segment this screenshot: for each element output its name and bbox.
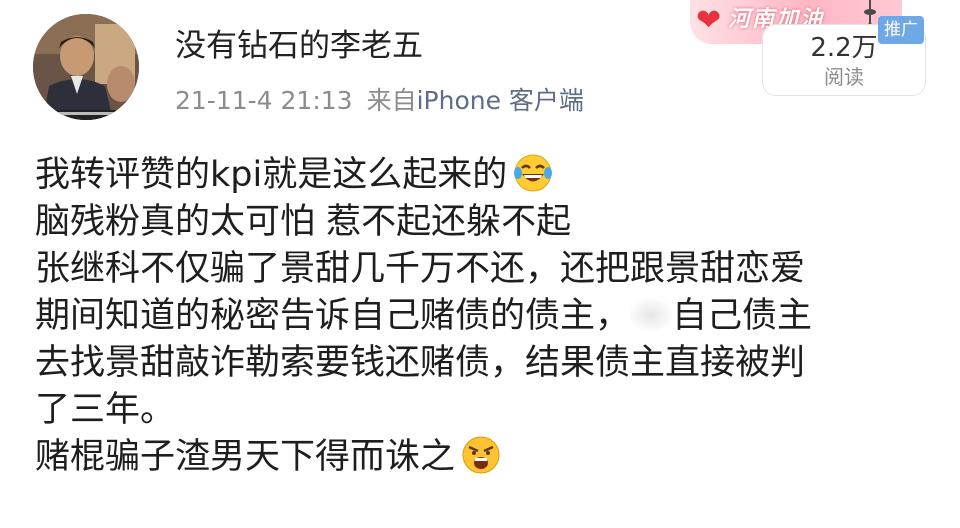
avatar[interactable]	[33, 14, 139, 120]
post-meta: 21-11-4 21:13 来自iPhone 客户端	[175, 84, 584, 118]
source-client-link[interactable]: iPhone 客户端	[417, 86, 584, 115]
weibo-post-card: 没有钻石的李老五 21-11-4 21:13 来自iPhone 客户端 ❤ 河南加…	[0, 0, 960, 528]
content-line-text: 赌棍骗子渣男天下得而诛之	[35, 437, 456, 477]
laughing-tears-emoji	[514, 154, 553, 192]
content-line-text: 去找景甜敲诈勒索要钱还赌债，结果债主直接被判	[35, 343, 806, 383]
content-line: 脑残粉真的太可怕 惹不起还躲不起	[35, 199, 935, 246]
content-line-text: 张继科不仅骗了景甜几千万不还，还把跟景甜恋爱	[35, 249, 806, 289]
content-line: 期间知道的秘密告诉自己赌债的债主， 自己债主	[35, 293, 935, 340]
content-line-text: 期间知道的秘密告诉自己赌债的债主，	[35, 296, 631, 336]
promo-tag[interactable]: 推广	[878, 16, 924, 44]
read-label: 阅读	[824, 65, 864, 89]
content-line: 张继科不仅骗了景甜几千万不还，还把跟景甜恋爱	[35, 246, 935, 293]
author-name[interactable]: 没有钻石的李老五	[175, 26, 423, 66]
source-prefix: 来自	[366, 86, 417, 115]
redacted-blur	[630, 299, 673, 331]
content-line-text: 自己债主	[672, 296, 813, 336]
content-line: 了三年。	[35, 387, 935, 434]
content-line-text: 我转评赞的kpi就是这么起来的	[35, 155, 508, 195]
content-line: 我转评赞的kpi就是这么起来的	[35, 152, 935, 199]
post-time: 21-11-4 21:13	[175, 86, 353, 115]
heart-icon: ❤	[696, 3, 722, 38]
content-line-text: 了三年。	[35, 390, 176, 430]
avatar-photo	[33, 14, 139, 120]
content-line: 去找景甜敲诈勒索要钱还赌债，结果债主直接被判	[35, 340, 935, 387]
post-content: 我转评赞的kpi就是这么起来的 脑残粉真的太可怕 惹不起还躲不起 张继科不仅骗了…	[35, 152, 935, 481]
content-line: 赌棍骗子渣男天下得而诛之	[35, 434, 935, 481]
content-line-text: 脑残粉真的太可怕 惹不起还躲不起	[35, 202, 572, 242]
angry-shouting-emoji	[462, 436, 500, 474]
